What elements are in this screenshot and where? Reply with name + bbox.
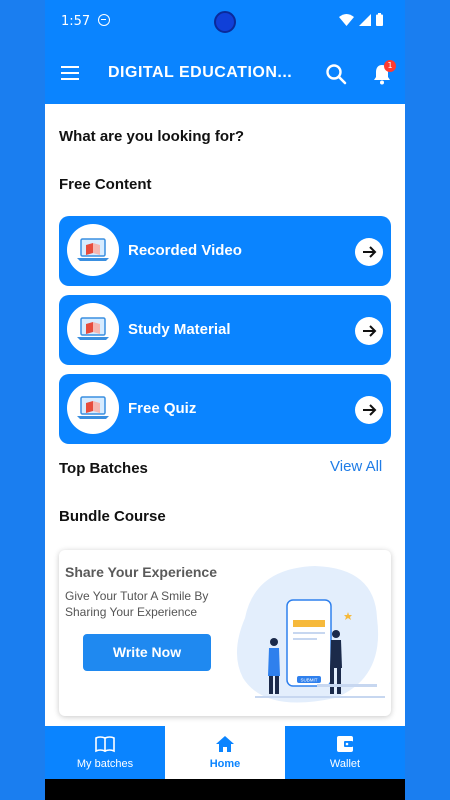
arrow-right-icon <box>355 238 383 266</box>
bottom-nav: My batches Home Wallet <box>45 726 405 779</box>
feedback-illustration: SUBMIT <box>236 566 385 703</box>
wallet-icon <box>337 736 353 752</box>
illustration-submit-text: SUBMIT <box>300 678 317 683</box>
laptop-book-icon <box>67 303 119 355</box>
top-batches-heading: Top Batches <box>59 460 148 477</box>
book-icon <box>95 736 115 753</box>
app-title: DIGITAL EDUCATION... <box>108 64 293 81</box>
recorded-video-card[interactable]: Recorded Video <box>59 216 391 286</box>
nav-wallet[interactable]: Wallet <box>285 726 405 779</box>
laptop-book-icon <box>67 382 119 434</box>
free-quiz-card[interactable]: Free Quiz <box>59 374 391 444</box>
nav-label: Home <box>209 758 241 770</box>
home-icon <box>216 736 234 752</box>
notifications-button[interactable]: 1 <box>370 60 396 86</box>
card-label: Study Material <box>128 321 231 338</box>
status-bar: 1:57 <box>45 0 405 42</box>
nav-home[interactable]: Home <box>165 726 285 779</box>
status-time: 1:57 <box>61 14 91 29</box>
bundle-course-heading: Bundle Course <box>59 508 166 525</box>
share-experience-banner: Share Your Experience Give Your Tutor A … <box>59 550 391 716</box>
nav-label: My batches <box>76 758 134 770</box>
signal-icon <box>359 13 371 26</box>
do-not-disturb-icon <box>98 14 110 26</box>
nav-my-batches[interactable]: My batches <box>45 726 165 779</box>
laptop-book-icon <box>67 224 119 276</box>
wifi-icon <box>339 13 354 26</box>
nav-label: Wallet <box>329 758 361 770</box>
free-content-heading: Free Content <box>59 176 152 193</box>
view-all-link[interactable]: View All <box>330 458 382 475</box>
phone-screen: 1:57 DIGITAL EDUCATION... 1 What are you… <box>45 0 405 800</box>
question-heading: What are you looking for? <box>59 128 245 145</box>
arrow-right-icon <box>355 396 383 424</box>
search-icon[interactable] <box>324 62 348 86</box>
app-bar: DIGITAL EDUCATION... 1 <box>45 42 405 104</box>
banner-title: Share Your Experience <box>65 564 217 580</box>
notification-badge: 1 <box>384 60 396 72</box>
front-camera <box>214 11 236 33</box>
study-material-card[interactable]: Study Material <box>59 295 391 365</box>
banner-subtitle: Give Your Tutor A Smile By Sharing Your … <box>65 589 209 619</box>
status-icons <box>339 13 383 26</box>
arrow-right-icon <box>355 317 383 345</box>
card-label: Recorded Video <box>128 242 242 259</box>
home-content: What are you looking for? Free Content R… <box>45 104 405 726</box>
card-label: Free Quiz <box>128 400 197 417</box>
battery-icon <box>376 13 383 26</box>
write-now-button[interactable]: Write Now <box>83 634 211 671</box>
menu-icon[interactable] <box>61 66 79 80</box>
system-navigation-bar <box>45 779 405 800</box>
